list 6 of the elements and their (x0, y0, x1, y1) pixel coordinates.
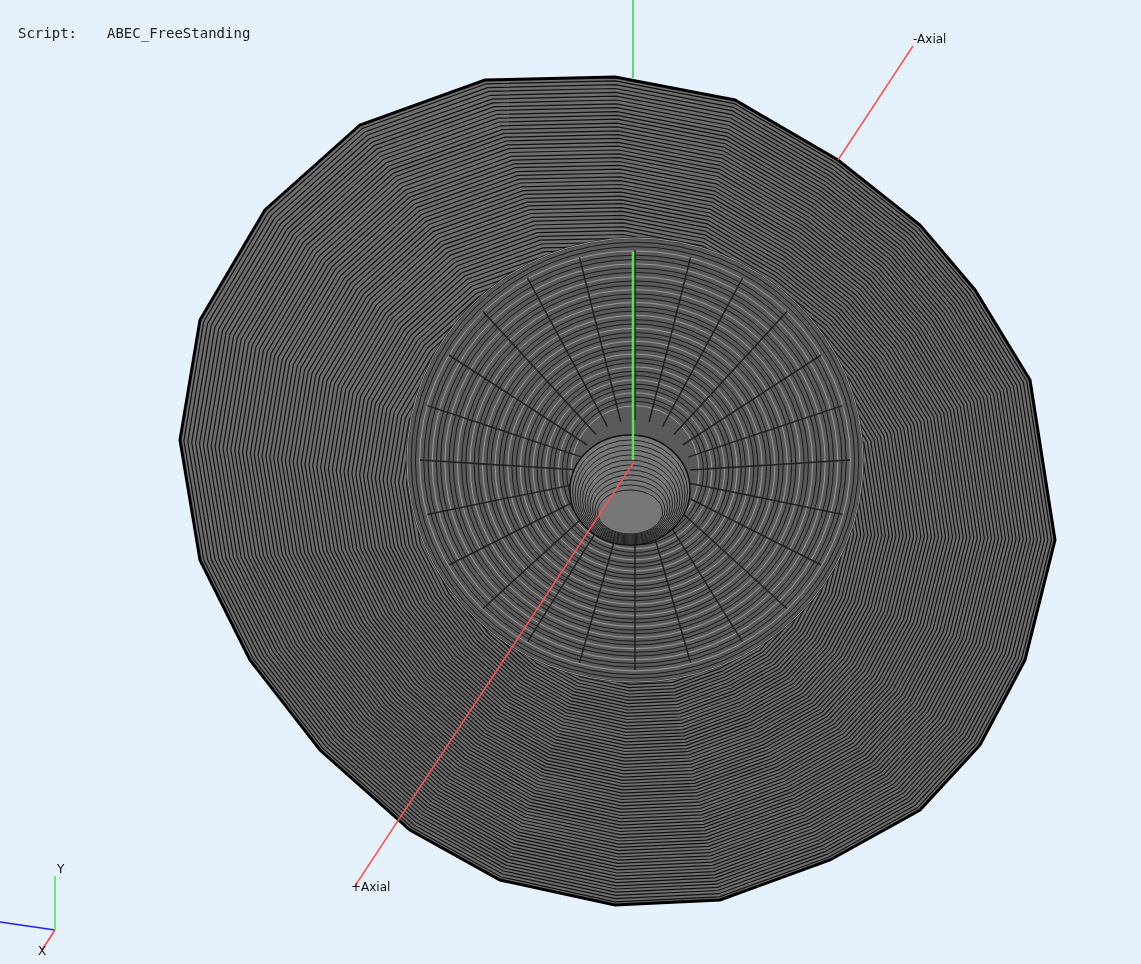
axis-label: -Axial (913, 32, 947, 46)
script-name: ABEC_FreeStanding (107, 25, 251, 41)
axis-letter: Y (57, 862, 65, 876)
axis-letter: X (38, 944, 47, 958)
script-label: Script: (18, 25, 77, 41)
axis-label: +Axial (351, 880, 391, 894)
